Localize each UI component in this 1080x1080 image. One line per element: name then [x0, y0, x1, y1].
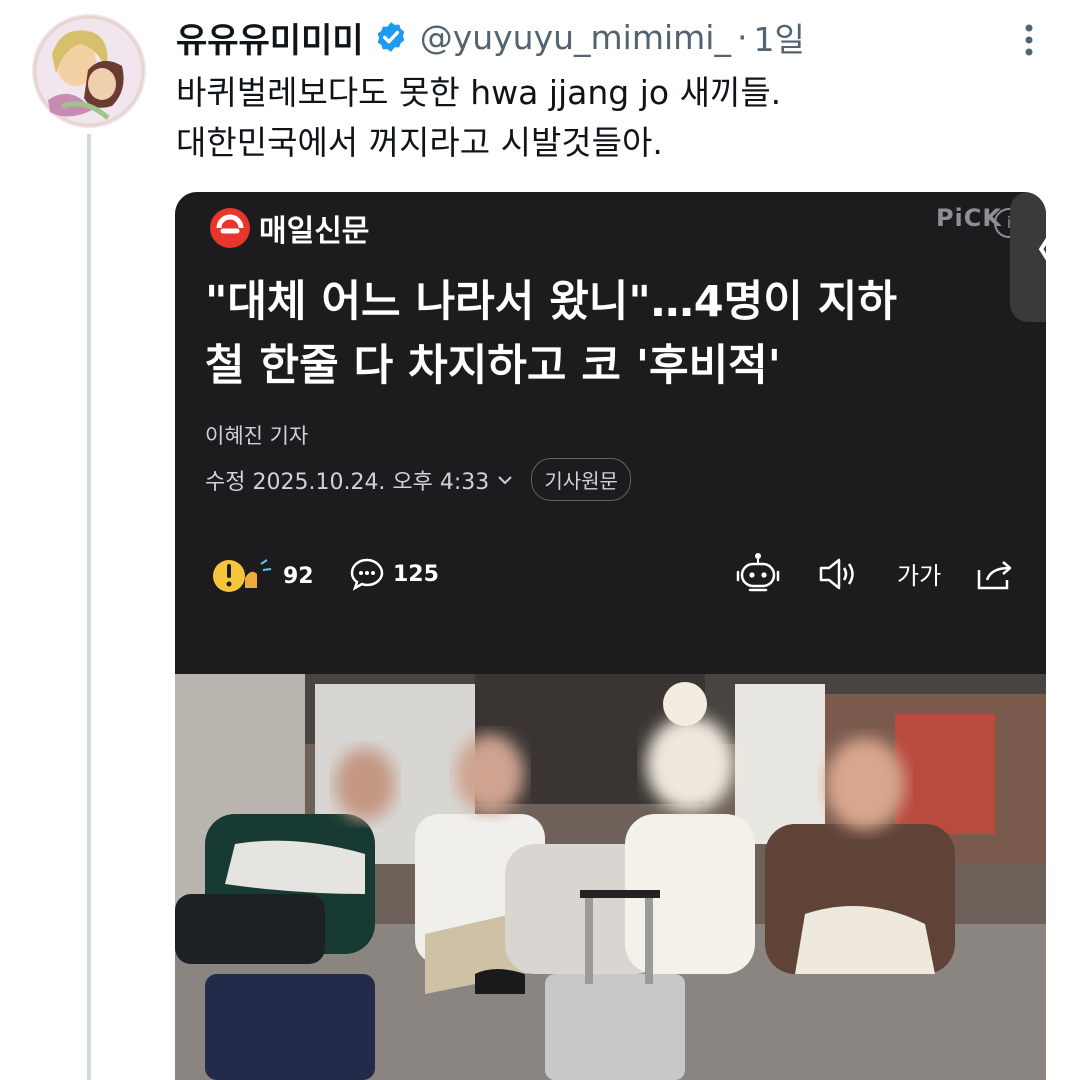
- tweet-header: 유유유미미미 @yuyuyu_mimimi_ · 1일: [176, 13, 805, 62]
- reaction-button[interactable]: 92: [211, 556, 314, 596]
- comment-icon: [350, 558, 384, 591]
- more-icon[interactable]: [1022, 20, 1036, 60]
- headline-line-1: "대체 어느 나라서 왔니"…4명이 지하: [205, 277, 897, 327]
- article-photo[interactable]: [175, 674, 1046, 1080]
- headline-line-2: 철 한줄 다 차지하고 코 '후비적': [205, 341, 781, 391]
- tweet-text-line-1: 바퀴벌레보다도 못한 hwa jjang jo 새끼들.: [176, 73, 782, 112]
- edited-timestamp: 수정 2025.10.24. 오후 4:33: [205, 469, 490, 495]
- speaker-icon[interactable]: [817, 556, 857, 592]
- back-arrow-icon: 〈: [1016, 218, 1046, 276]
- chevron-down-icon[interactable]: [497, 472, 513, 488]
- tweet-text-line-2: 대한민국에서 꺼지라고 시발것들아.: [176, 123, 663, 162]
- author-name[interactable]: 유유유미미미: [176, 13, 364, 62]
- author-avatar[interactable]: [32, 14, 146, 128]
- original-article-button[interactable]: 기사원문: [531, 458, 631, 501]
- reaction-emoji-icon: [213, 559, 272, 592]
- thread-line: [87, 134, 91, 1080]
- press-header: 매일신문: [209, 206, 369, 250]
- tweet-time[interactable]: 1일: [753, 13, 804, 61]
- article-card[interactable]: 매일신문 PiCK i 〈 "대체 어느 나라서 왔니"…4명이 지하 철 한줄…: [175, 192, 1046, 1080]
- robot-summary-icon[interactable]: [735, 550, 781, 596]
- share-icon[interactable]: [975, 556, 1015, 592]
- comment-count: 125: [393, 561, 439, 587]
- maeil-logo-icon: [210, 208, 250, 248]
- header-separator: ·: [736, 17, 748, 57]
- comment-button[interactable]: 125: [349, 556, 439, 592]
- reaction-count: 92: [283, 563, 314, 589]
- article-actions: 92 125 가가: [211, 553, 1019, 596]
- pick-badge: PiCK: [935, 204, 1002, 232]
- press-name: 매일신문: [259, 214, 370, 249]
- verified-badge-icon: [377, 22, 405, 52]
- author-handle[interactable]: @yuyuyu_mimimi_: [420, 18, 731, 57]
- article-headline: "대체 어느 나라서 왔니"…4명이 지하 철 한줄 다 차지하고 코 '후비적…: [205, 270, 1025, 398]
- article-meta: 수정 2025.10.24. 오후 4:33 기사원문: [205, 458, 631, 501]
- reporter-name: 이혜진 기자: [205, 424, 309, 448]
- tweet-text: 바퀴벌레보다도 못한 hwa jjang jo 새끼들. 대한민국에서 꺼지라고…: [176, 68, 781, 168]
- font-size-button[interactable]: 가가: [897, 556, 941, 591]
